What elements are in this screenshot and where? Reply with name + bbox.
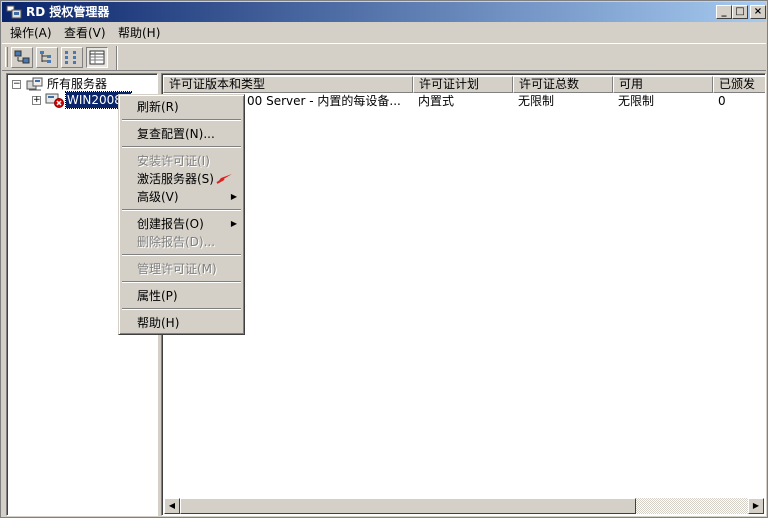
toolbar-separator — [116, 46, 118, 70]
menu-separator — [122, 209, 241, 211]
menu-bar: 操作(A) 查看(V) 帮助(H) — [2, 23, 766, 42]
menu-separator — [122, 254, 241, 256]
license-list[interactable]: 许可证版本和类型 许可证计划 许可证总数 可用 已颁发 00 Server - … — [161, 73, 766, 516]
details-view-button[interactable] — [86, 47, 108, 68]
menu-delete-report-label: 删除报告(D)... — [137, 235, 216, 249]
red-pointer-icon — [214, 173, 234, 185]
app-icon — [6, 5, 22, 19]
menu-separator — [122, 308, 241, 310]
menu-properties[interactable]: 属性(P) — [122, 287, 241, 305]
close-button[interactable]: × — [750, 5, 766, 19]
menu-separator — [122, 146, 241, 148]
toolbar-grip[interactable] — [5, 47, 8, 67]
rd-licensing-manager-window: RD 授权管理器 _ □ × 操作(A) 查看(V) 帮助(H) − 所有服务器… — [0, 0, 768, 518]
scroll-left-button[interactable]: ◀ — [164, 498, 180, 514]
minimize-button[interactable]: _ — [716, 5, 732, 19]
cell-license-type: 00 Server - 内置的每设备... — [247, 94, 401, 108]
scroll-thumb[interactable] — [180, 498, 636, 514]
menu-delete-report[interactable]: 删除报告(D)... — [122, 233, 241, 251]
scroll-right-button[interactable]: ▶ — [748, 498, 764, 514]
menu-view[interactable]: 查看(V) — [62, 25, 108, 41]
cell-available: 无限制 — [618, 94, 655, 108]
column-header-available[interactable]: 可用 — [613, 76, 713, 93]
small-icons-view-button[interactable] — [36, 47, 58, 68]
cell-license-program: 内置式 — [418, 94, 455, 108]
menu-properties-label: 属性(P) — [137, 289, 178, 303]
column-header-license-program[interactable]: 许可证计划 — [413, 76, 513, 93]
menu-refresh[interactable]: 刷新(R) — [122, 98, 241, 116]
submenu-arrow-icon: ▶ — [230, 219, 237, 228]
context-menu: 刷新(R) 复查配置(N)... 安装许可证(I) 激活服务器(S) 高级(V)… — [118, 94, 245, 335]
list-view-button[interactable] — [61, 47, 83, 68]
menu-advanced-label: 高级(V) — [137, 190, 179, 204]
title-bar[interactable]: RD 授权管理器 _ □ × — [2, 2, 766, 22]
menu-create-report-label: 创建报告(O) — [137, 217, 204, 231]
column-header-license-type[interactable]: 许可证版本和类型 — [163, 76, 413, 93]
menu-create-report[interactable]: 创建报告(O) ▶ — [122, 215, 241, 233]
cell-issued: 0 — [718, 94, 726, 108]
menu-separator — [122, 119, 241, 121]
tree-label-all-servers[interactable]: 所有服务器 — [46, 76, 108, 92]
window-title: RD 授权管理器 — [26, 5, 110, 19]
menu-manage-licenses[interactable]: 管理许可证(M) — [122, 260, 241, 278]
menu-help-item-label: 帮助(H) — [137, 316, 180, 330]
menu-review-config[interactable]: 复查配置(N)... — [122, 125, 241, 143]
menu-refresh-label: 刷新(R) — [137, 100, 179, 114]
expand-icon[interactable]: + — [32, 96, 41, 105]
menu-help[interactable]: 帮助(H) — [116, 25, 162, 41]
menu-activate-server-label: 激活服务器(S) — [137, 172, 214, 186]
menu-advanced[interactable]: 高级(V) ▶ — [122, 188, 241, 206]
menu-install-licenses-label: 安装许可证(I) — [137, 154, 210, 168]
menu-help-item[interactable]: 帮助(H) — [122, 314, 241, 332]
submenu-arrow-icon: ▶ — [230, 192, 237, 201]
menu-review-config-label: 复查配置(N)... — [137, 127, 215, 141]
cell-total-licenses: 无限制 — [518, 94, 555, 108]
maximize-button[interactable]: □ — [732, 5, 748, 19]
column-header-issued[interactable]: 已颁发 — [713, 76, 765, 93]
menu-install-licenses[interactable]: 安装许可证(I) — [122, 152, 241, 170]
menu-action[interactable]: 操作(A) — [8, 25, 54, 41]
column-header-total-licenses[interactable]: 许可证总数 — [513, 76, 613, 93]
menu-manage-licenses-label: 管理许可证(M) — [137, 262, 217, 276]
toolbar — [2, 43, 766, 71]
large-icons-view-button[interactable] — [11, 47, 33, 68]
server-error-icon — [45, 92, 65, 112]
menu-separator — [122, 281, 241, 283]
tree-node-all-servers[interactable]: − 所有服务器 — [12, 76, 157, 92]
collapse-icon[interactable]: − — [12, 80, 21, 89]
horizontal-scrollbar[interactable]: ◀ ▶ — [164, 498, 764, 514]
